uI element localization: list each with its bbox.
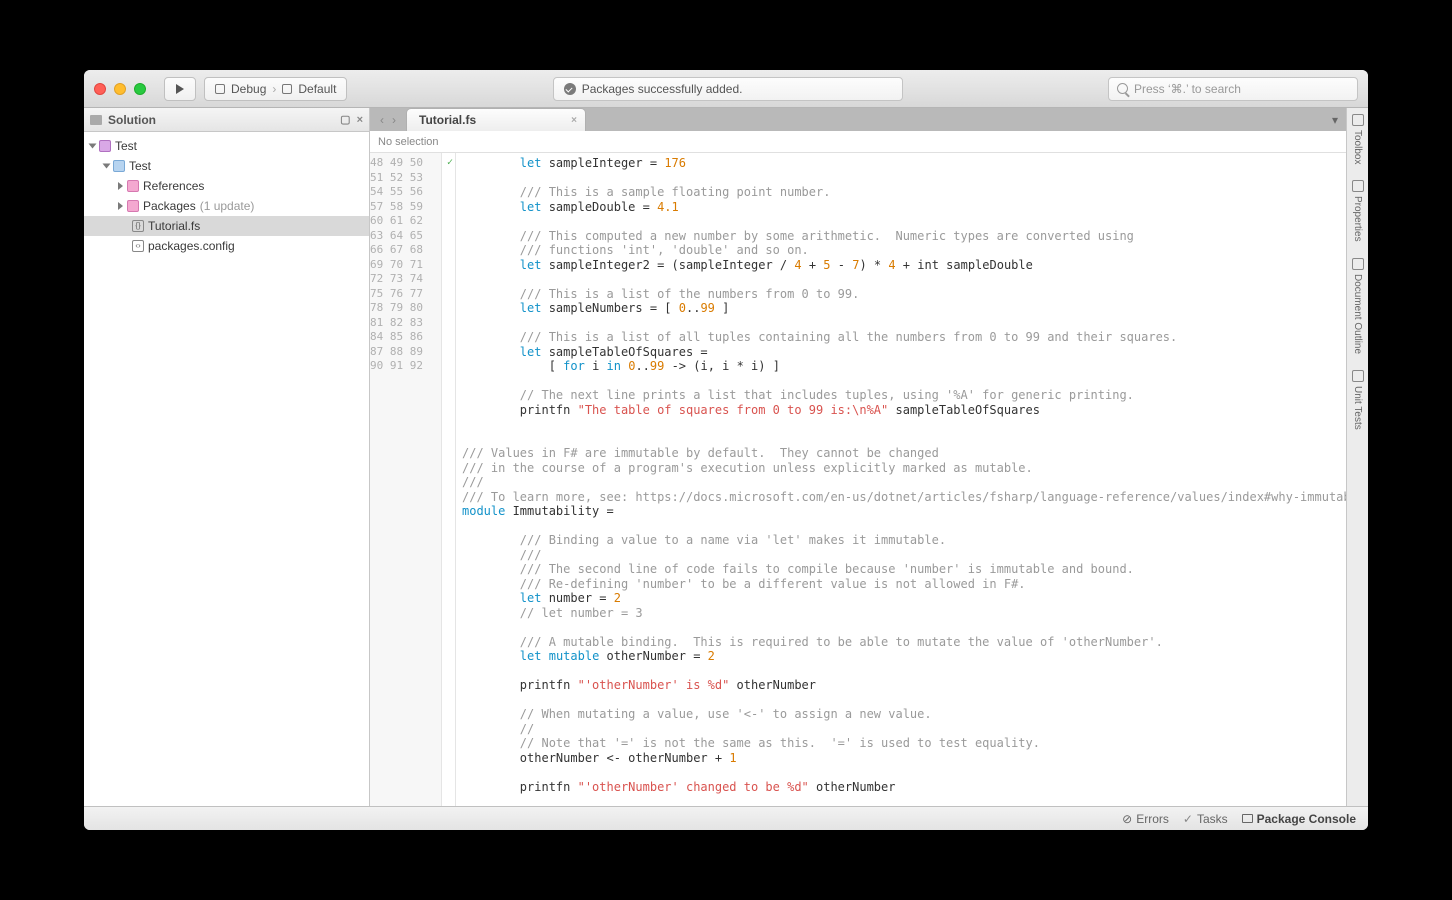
rail-properties[interactable]: Properties: [1352, 180, 1364, 242]
status-label: Errors: [1136, 812, 1169, 826]
disclosure-icon[interactable]: [89, 144, 97, 149]
tree-label: Test: [115, 139, 137, 153]
solution-panel-header[interactable]: Solution ▢ ×: [84, 108, 369, 132]
status-errors[interactable]: ⊘ Errors: [1122, 812, 1169, 826]
tree-project[interactable]: Test: [84, 156, 369, 176]
tree-label: packages.config: [148, 239, 235, 253]
tab-close-icon[interactable]: ×: [571, 115, 577, 126]
status-label: Package Console: [1257, 812, 1356, 826]
tree-packages[interactable]: Packages (1 update): [84, 196, 369, 216]
run-configuration-selector[interactable]: Debug › Default: [204, 77, 347, 101]
tree-label: Packages: [143, 199, 196, 213]
main-area: Solution ▢ × Test Test: [84, 108, 1368, 806]
status-tick-icon: ✓: [447, 157, 453, 168]
rail-label: Properties: [1352, 196, 1363, 242]
status-bar: ⊘ Errors ✓ Tasks Package Console: [84, 806, 1368, 830]
solution-icon: [90, 115, 102, 125]
window-controls: [94, 83, 146, 95]
rail-label: Document Outline: [1352, 274, 1363, 354]
rail-toolbox[interactable]: Toolbox: [1352, 114, 1364, 164]
status-message: Packages successfully added.: [582, 82, 743, 96]
chevron-right-icon: ›: [272, 82, 276, 96]
project-node-icon: [113, 160, 125, 172]
editor-panel: ‹ › Tutorial.fs × ▾ No selection 48 49 5…: [370, 108, 1346, 806]
breadcrumb-label: No selection: [378, 136, 439, 148]
project-icon: [215, 84, 225, 94]
fold-bar: ✓: [442, 153, 456, 806]
toolbar: Debug › Default Packages successfully ad…: [84, 70, 1368, 108]
tree-label: References: [143, 179, 204, 193]
nav-forward-button[interactable]: ›: [388, 113, 400, 127]
packages-update-badge: (1 update): [200, 199, 255, 213]
search-input[interactable]: Press ‘⌘.’ to search: [1108, 77, 1358, 101]
error-icon: ⊘: [1122, 812, 1132, 826]
tree-file-packages-config[interactable]: ‹› packages.config: [84, 236, 369, 256]
tree-references[interactable]: References: [84, 176, 369, 196]
solution-tree: Test Test References Packages (1 update): [84, 132, 369, 260]
target-icon: [282, 84, 292, 94]
run-button[interactable]: [164, 77, 196, 101]
ide-window: Debug › Default Packages successfully ad…: [84, 70, 1368, 830]
status-package-console[interactable]: Package Console: [1242, 812, 1356, 826]
packages-node-icon: [127, 200, 139, 212]
properties-icon: [1352, 180, 1364, 192]
minimize-window-button[interactable]: [114, 83, 126, 95]
tree-file-tutorial[interactable]: {} Tutorial.fs: [84, 216, 369, 236]
close-window-button[interactable]: [94, 83, 106, 95]
disclosure-icon[interactable]: [118, 202, 123, 210]
tab-overflow-button[interactable]: ▾: [1324, 108, 1346, 131]
config-target-label: Default: [298, 82, 336, 96]
toolbox-icon: [1352, 114, 1364, 126]
solution-title: Solution: [108, 113, 156, 127]
editor-tab-bar: ‹ › Tutorial.fs × ▾: [370, 108, 1346, 131]
disclosure-icon[interactable]: [118, 182, 123, 190]
tab-label: Tutorial.fs: [419, 113, 476, 127]
search-icon: [1117, 83, 1128, 94]
breadcrumb[interactable]: No selection: [370, 131, 1346, 153]
code-editor[interactable]: 48 49 50 51 52 53 54 55 56 57 58 59 60 6…: [370, 153, 1346, 806]
tree-label: Tutorial.fs: [148, 219, 200, 233]
code-content[interactable]: let sampleInteger = 176 /// This is a sa…: [456, 153, 1346, 806]
status-label: Tasks: [1197, 812, 1228, 826]
disclosure-icon[interactable]: [103, 164, 111, 169]
solution-panel: Solution ▢ × Test Test: [84, 108, 370, 806]
check-icon: [564, 83, 576, 95]
zoom-window-button[interactable]: [134, 83, 146, 95]
solution-node-icon: [99, 140, 111, 152]
editor-tab-tutorial[interactable]: Tutorial.fs ×: [406, 108, 586, 131]
document-outline-icon: [1352, 258, 1364, 270]
right-tool-rail: Toolbox Properties Document Outline Unit…: [1346, 108, 1368, 806]
rail-document-outline[interactable]: Document Outline: [1352, 258, 1364, 354]
search-placeholder: Press ‘⌘.’ to search: [1134, 82, 1241, 96]
tree-label: Test: [129, 159, 151, 173]
unit-tests-icon: [1352, 370, 1364, 382]
play-icon: [176, 84, 184, 94]
rail-unit-tests[interactable]: Unit Tests: [1352, 370, 1364, 430]
references-node-icon: [127, 180, 139, 192]
terminal-icon: [1242, 814, 1253, 823]
line-number-gutter: 48 49 50 51 52 53 54 55 56 57 58 59 60 6…: [370, 153, 442, 806]
panel-close-icon[interactable]: ×: [357, 114, 363, 126]
config-file-icon: ‹›: [132, 240, 144, 252]
rail-label: Toolbox: [1352, 130, 1363, 164]
panel-options-icon[interactable]: ▢: [340, 113, 350, 126]
rail-label: Unit Tests: [1352, 386, 1363, 430]
tree-root-solution[interactable]: Test: [84, 136, 369, 156]
config-debug-label: Debug: [231, 82, 266, 96]
status-tasks[interactable]: ✓ Tasks: [1183, 812, 1228, 826]
check-icon: ✓: [1183, 812, 1193, 826]
nav-back-button[interactable]: ‹: [376, 113, 388, 127]
build-status[interactable]: Packages successfully added.: [553, 77, 903, 101]
fsharp-file-icon: {}: [132, 220, 144, 232]
